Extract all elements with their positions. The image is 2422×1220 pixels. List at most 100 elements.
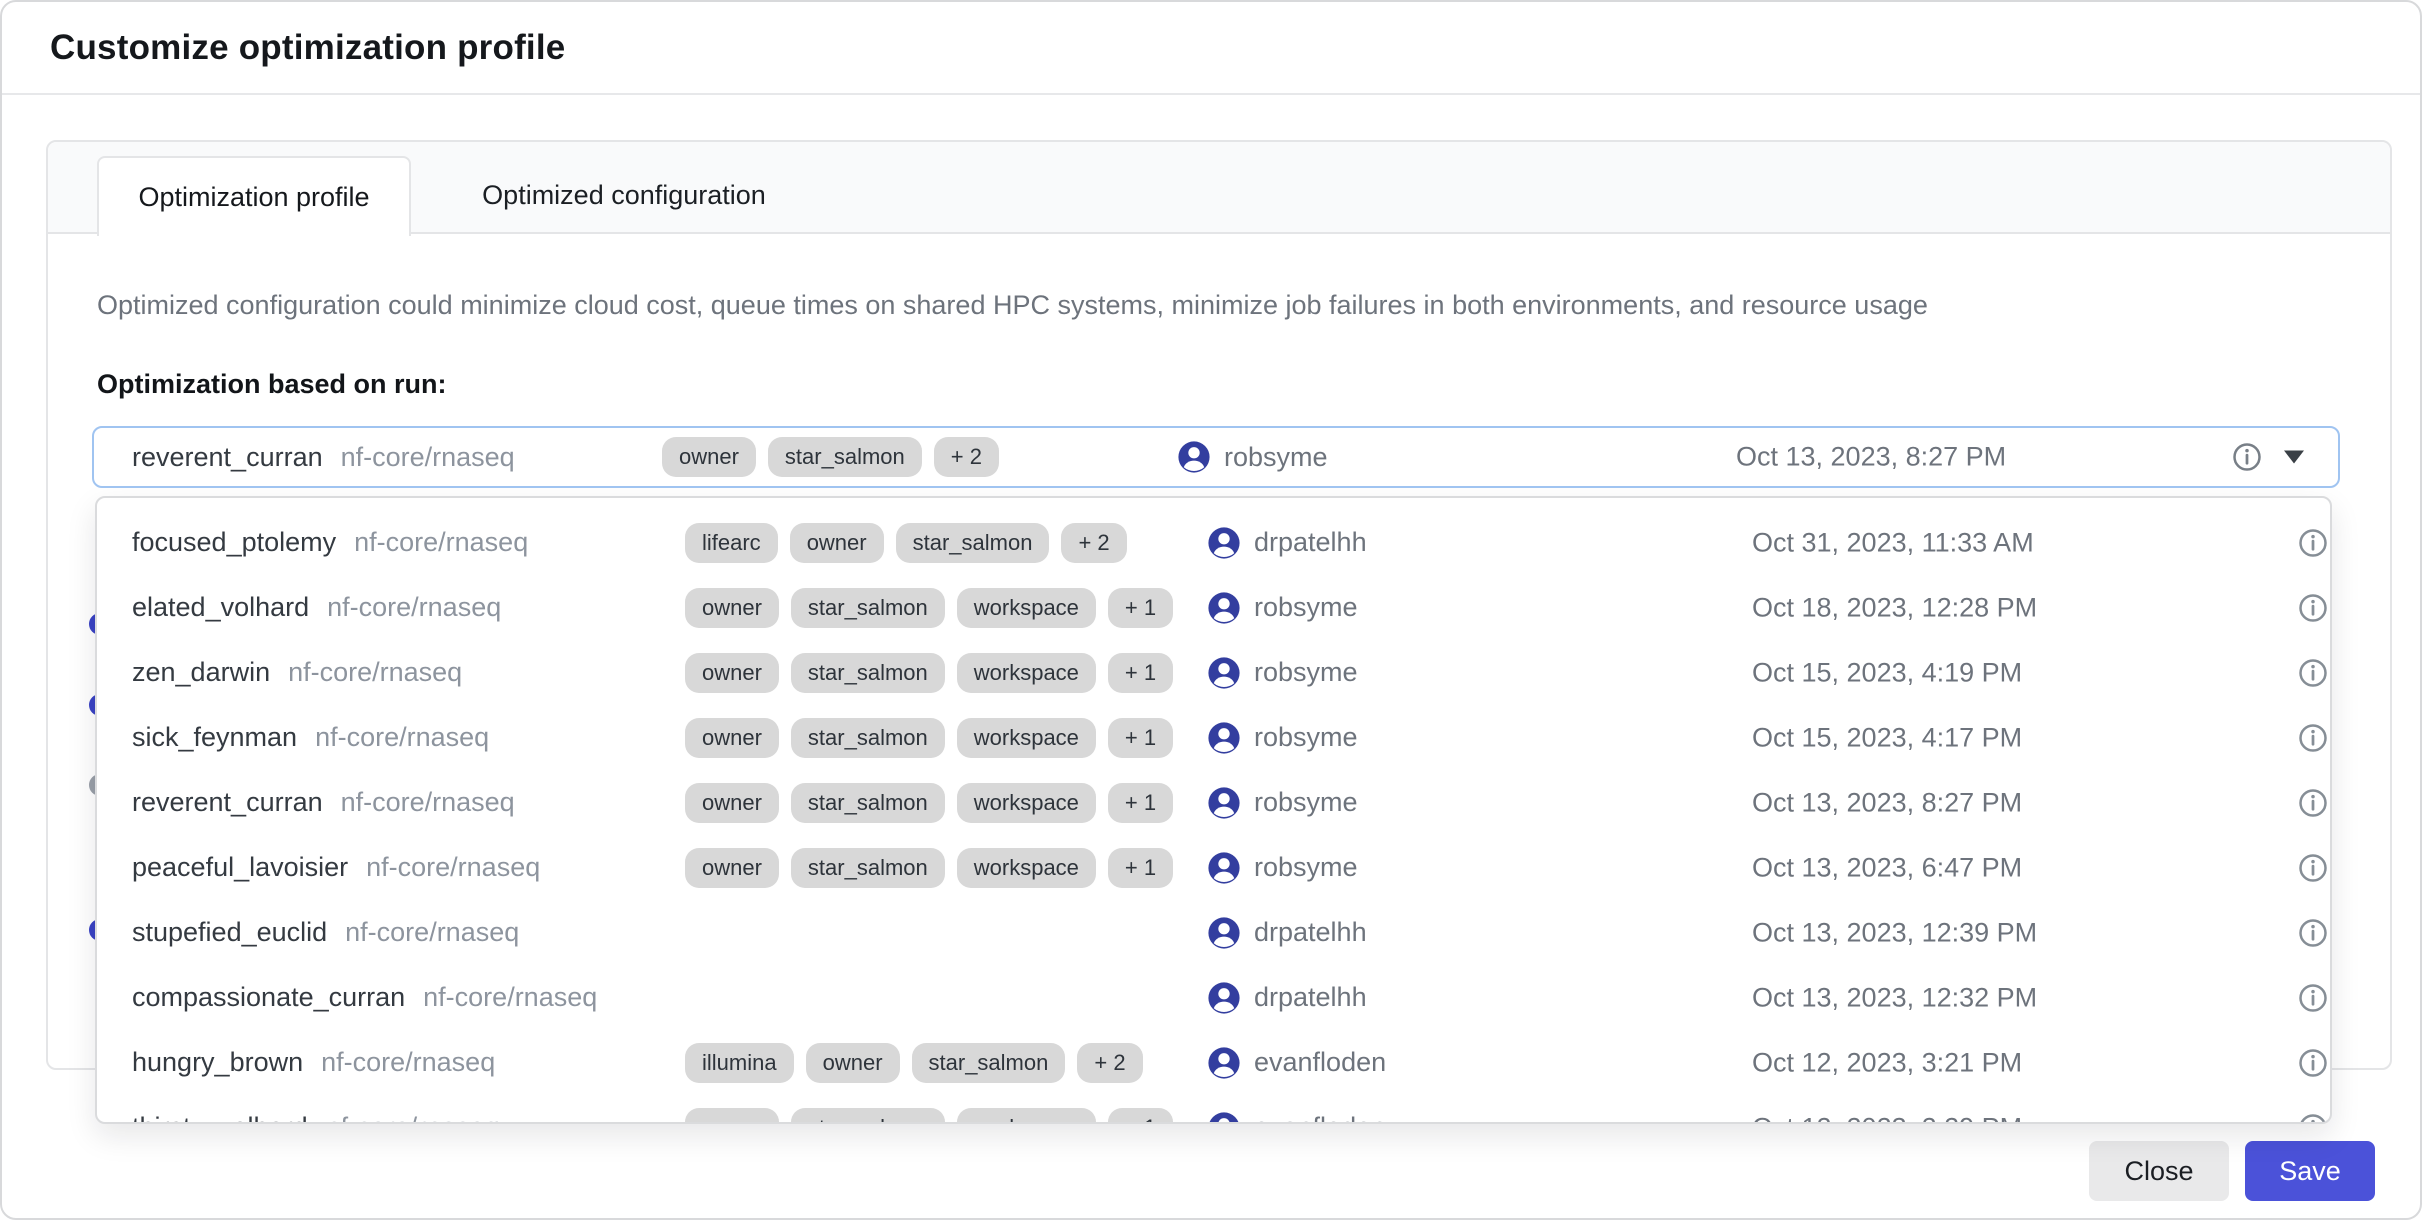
info-icon[interactable]	[2298, 593, 2328, 623]
run-option-row[interactable]: hungry_brown nf-core/rnaseq illumina owne…	[97, 1030, 2330, 1095]
run-option-row[interactable]: compassionate_curran nf-core/rnaseq drpa…	[97, 965, 2330, 1030]
chevron-down-icon[interactable]	[2284, 451, 2304, 464]
run-user: evanfloden	[1207, 1046, 1386, 1080]
run-name: focused_ptolemy	[132, 527, 336, 558]
run-tag: + 1	[1108, 653, 1173, 693]
run-option-row[interactable]: sick_feynman nf-core/rnaseq owner star_sa…	[97, 705, 2330, 770]
run-names: compassionate_curran nf-core/rnaseq	[132, 965, 597, 1030]
info-icon[interactable]	[2298, 658, 2328, 688]
run-tag: owner	[685, 718, 779, 758]
run-user: robsyme	[1207, 656, 1358, 690]
run-username: evanfloden	[1254, 1047, 1386, 1078]
run-select[interactable]: reverent_curran nf-core/rnaseq owner star…	[92, 426, 2340, 488]
run-option-row[interactable]: focused_ptolemy nf-core/rnaseq lifearcow…	[97, 510, 2330, 575]
run-option-row[interactable]: elated_volhard nf-core/rnaseq ownerstar_…	[97, 575, 2330, 640]
run-tag: workspace	[957, 1108, 1096, 1125]
run-tag: + 2	[1061, 523, 1126, 563]
run-tag: owner	[790, 523, 884, 563]
run-username: evanfloden	[1254, 1112, 1386, 1124]
run-username: drpatelhh	[1254, 917, 1367, 948]
run-tag: illumina	[685, 1043, 794, 1083]
tab-optimized-configuration[interactable]: Optimized configuration	[424, 156, 824, 234]
info-icon[interactable]	[2298, 918, 2328, 948]
user-avatar-icon	[1207, 786, 1241, 820]
customize-optimization-profile-modal: Customize optimization profile Optimizat…	[0, 0, 2422, 1220]
run-tag: star_salmon	[791, 1108, 945, 1125]
run-tag: owner	[662, 437, 756, 477]
selected-run-name: reverent_curran	[132, 442, 323, 473]
run-tag: star_salmon	[768, 437, 922, 477]
run-tags: owner star_salmon workspace + 1	[685, 783, 1173, 823]
run-pipeline: nf-core/rnaseq	[423, 982, 597, 1013]
run-tag: owner	[685, 783, 779, 823]
info-icon[interactable]	[2232, 442, 2262, 472]
run-tag: star_salmon	[912, 1043, 1066, 1083]
run-option-row[interactable]: zen_darwin nf-core/rnaseq ownerstar_salm…	[97, 640, 2330, 705]
info-icon[interactable]	[2298, 723, 2328, 753]
run-tag: owner	[685, 653, 779, 693]
run-pipeline: nf-core/rnaseq	[366, 852, 540, 883]
run-user: robsyme	[1207, 721, 1358, 755]
info-icon[interactable]	[2298, 983, 2328, 1013]
run-tag: star_salmon	[791, 588, 945, 628]
run-pipeline: nf-core/rnaseq	[326, 1112, 500, 1124]
run-pipeline: nf-core/rnaseq	[341, 787, 515, 818]
run-username: drpatelhh	[1254, 982, 1367, 1013]
run-tag: + 1	[1108, 783, 1173, 823]
optimization-description: Optimized configuration could minimize c…	[97, 290, 1928, 321]
info-icon[interactable]	[2298, 1113, 2328, 1125]
info-icon[interactable]	[2298, 788, 2328, 818]
run-option-row[interactable]: thirsty_volhard nf-core/rnaseq ownerstar…	[97, 1095, 2330, 1124]
run-user: drpatelhh	[1207, 526, 1367, 560]
run-names: stupefied_euclid nf-core/rnaseq	[132, 900, 519, 965]
run-username: robsyme	[1254, 592, 1358, 623]
run-tag: workspace	[957, 783, 1096, 823]
tab-optimization-profile[interactable]: Optimization profile	[97, 156, 411, 236]
run-tag: star_salmon	[791, 718, 945, 758]
run-name: thirsty_volhard	[132, 1112, 308, 1124]
run-tag: star_salmon	[791, 783, 945, 823]
run-pipeline: nf-core/rnaseq	[321, 1047, 495, 1078]
run-date: Oct 15, 2023, 4:17 PM	[1752, 722, 2022, 753]
run-username: drpatelhh	[1254, 527, 1367, 558]
run-select-label: Optimization based on run:	[97, 369, 447, 400]
run-date: Oct 13, 2023, 12:39 PM	[1752, 917, 2037, 948]
run-tag: owner	[806, 1043, 900, 1083]
run-tag: workspace	[957, 848, 1096, 888]
run-tags: ownerstar_salmonworkspace+ 1	[685, 1108, 1173, 1125]
user-avatar-icon	[1207, 721, 1241, 755]
selected-run-pipeline: nf-core/rnaseq	[341, 442, 515, 473]
info-icon[interactable]	[2298, 1048, 2328, 1078]
run-tag: + 2	[934, 437, 999, 477]
run-tag: + 1	[1108, 1108, 1173, 1125]
run-tag: workspace	[957, 718, 1096, 758]
run-option-row[interactable]: reverent_curran nf-core/rnaseq ownerstar…	[97, 770, 2330, 835]
close-button[interactable]: Close	[2089, 1141, 2229, 1201]
user-avatar-icon	[1207, 981, 1241, 1015]
run-pipeline: nf-core/rnaseq	[288, 657, 462, 688]
user-avatar-icon	[1207, 526, 1241, 560]
run-username: robsyme	[1254, 657, 1358, 688]
run-name: hungry_brown	[132, 1047, 303, 1078]
info-icon[interactable]	[2298, 853, 2328, 883]
run-option-row[interactable]: stupefied_euclid nf-core/rnaseq drpatelh…	[97, 900, 2330, 965]
run-names: hungry_brown nf-core/rnaseq	[132, 1030, 495, 1095]
run-user: evanfloden	[1207, 1111, 1386, 1125]
run-date: Oct 31, 2023, 11:33 AM	[1752, 527, 2034, 558]
run-names: sick_feynman nf-core/rnaseq	[132, 705, 489, 770]
run-tags: ownerstar_salmonworkspace+ 1	[685, 588, 1173, 628]
run-names: thirsty_volhard nf-core/rnaseq	[132, 1095, 500, 1124]
user-avatar-icon	[1207, 916, 1241, 950]
selected-run-tags: owner star_salmon + 2	[662, 437, 999, 477]
run-tag: owner	[685, 588, 779, 628]
user-avatar-icon	[1207, 851, 1241, 885]
run-option-row[interactable]: peaceful_lavoisier nf-core/rnaseq owners…	[97, 835, 2330, 900]
save-button[interactable]: Save	[2245, 1141, 2375, 1201]
run-dropdown-list: focused_ptolemy nf-core/rnaseq lifearcow…	[95, 496, 2332, 1124]
run-pipeline: nf-core/rnaseq	[315, 722, 489, 753]
run-pipeline: nf-core/rnaseq	[354, 527, 528, 558]
run-names: peaceful_lavoisier nf-core/rnaseq	[132, 835, 540, 900]
run-date: Oct 15, 2023, 4:19 PM	[1752, 657, 2022, 688]
info-icon[interactable]	[2298, 528, 2328, 558]
run-date: Oct 13, 2023, 6:47 PM	[1752, 852, 2022, 883]
